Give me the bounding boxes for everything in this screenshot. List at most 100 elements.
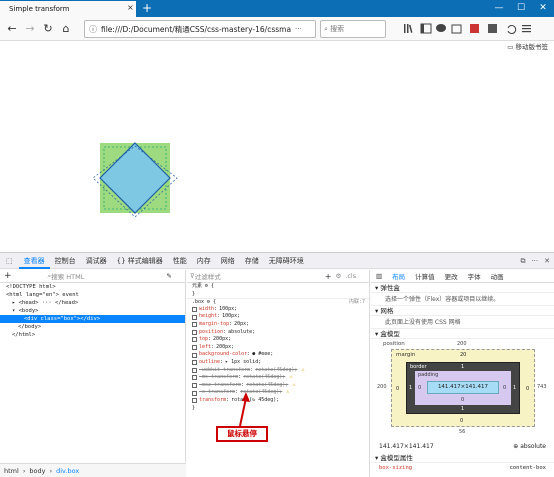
declaration-value[interactable]: ● #eee; [252, 351, 273, 359]
markup-node-selected[interactable]: <div class="box"></div> [0, 315, 185, 323]
back-arrow-icon[interactable]: ← [4, 21, 20, 37]
css-declaration[interactable]: outline: ▸ 1px solid; [187, 359, 369, 367]
tab-inspector[interactable]: 查看器 [18, 253, 50, 269]
declaration-property[interactable]: left [199, 344, 211, 352]
declaration-checkbox[interactable] [192, 322, 197, 328]
breadcrumb-html[interactable]: html [4, 467, 19, 475]
declaration-checkbox[interactable] [192, 337, 197, 343]
markup-node[interactable]: <!DOCTYPE html> [0, 283, 185, 291]
markup-node[interactable]: </body> [0, 323, 185, 331]
add-node-icon[interactable]: + [4, 271, 12, 281]
css-declaration[interactable]: -webkit-transform: rotate(45deg); ⚠ [187, 367, 369, 375]
declaration-checkbox[interactable] [192, 345, 197, 351]
css-declaration[interactable]: height:100px; [187, 313, 369, 321]
add-rule-icon[interactable]: + [325, 272, 332, 281]
declaration-property[interactable]: top [199, 336, 208, 344]
declaration-property[interactable]: -webkit-transform [199, 367, 250, 375]
border-top-value[interactable]: 1 [461, 364, 464, 370]
tab-console[interactable]: 控制台 [50, 253, 81, 269]
margin-bottom-value[interactable]: 0 [460, 418, 463, 424]
close-window-button[interactable]: ✕ [532, 0, 554, 17]
border-left-value[interactable]: 1 [409, 385, 412, 391]
tab-changes[interactable]: 更改 [440, 271, 463, 281]
markup-node[interactable]: </html> [0, 331, 185, 339]
declaration-checkbox[interactable] [192, 329, 197, 335]
tab-storage[interactable]: 存储 [240, 253, 264, 269]
padding-bottom-value[interactable]: 0 [461, 397, 464, 403]
tab-performance[interactable]: 性能 [168, 253, 192, 269]
declaration-value[interactable]: rotate(45deg); [243, 374, 285, 382]
pseudo-class-icon[interactable]: ⚙ [335, 272, 341, 280]
tab-computed[interactable]: 计算值 [410, 271, 440, 281]
warning-icon[interactable]: ⚠ [292, 382, 295, 390]
close-tab-icon[interactable]: × [127, 3, 134, 12]
forward-arrow-icon[interactable]: → [22, 21, 38, 37]
css-declaration[interactable]: -moz-transform: rotate(45deg); ⚠ [187, 382, 369, 390]
declaration-value[interactable]: rotate(45deg); [255, 367, 297, 375]
padding-left-value[interactable]: 0 [418, 385, 421, 391]
declaration-property[interactable]: height [199, 313, 217, 321]
declaration-value[interactable]: ▸ 1px solid; [225, 359, 261, 367]
tab-memory[interactable]: 内存 [192, 253, 216, 269]
declaration-value[interactable]: 20px; [234, 321, 249, 329]
declaration-checkbox[interactable] [192, 307, 197, 313]
tab-network[interactable]: 网络 [216, 253, 240, 269]
position-bottom-value[interactable]: 56 [459, 429, 465, 435]
declaration-value[interactable]: 100px; [219, 306, 237, 314]
cls-toggle[interactable]: .cls [345, 272, 356, 280]
breadcrumb-body[interactable]: body [29, 467, 45, 475]
position-left-value[interactable]: 200 [377, 384, 387, 390]
css-declaration[interactable]: top:200px; [187, 336, 369, 344]
declaration-checkbox[interactable] [192, 314, 197, 320]
new-tab-button[interactable]: + [142, 1, 152, 15]
pick-element-icon[interactable]: ⬚ [0, 253, 19, 269]
padding-right-value[interactable]: 0 [503, 385, 506, 391]
more-icon[interactable]: ··· [531, 253, 538, 269]
declaration-property[interactable]: -ms-transform [199, 374, 238, 382]
markup-node[interactable]: ▾ <body> [0, 307, 185, 315]
tab-style-editor[interactable]: {} 样式编辑器 [112, 253, 168, 269]
sidebar-toggle-icon[interactable]: ▥ [371, 272, 387, 280]
grid-section-header[interactable]: ▾ 网格 [371, 306, 554, 316]
boxmodel-section-header[interactable]: ▾ 盒模型 [371, 329, 554, 339]
box-sizing-value[interactable]: content-box [510, 463, 546, 473]
reload-icon[interactable]: ↻ [40, 21, 56, 37]
css-declaration[interactable]: left:200px; [187, 344, 369, 352]
tab-layout[interactable]: 布局 [387, 271, 410, 281]
css-declaration[interactable]: margin-top:20px; [187, 321, 369, 329]
content-box[interactable]: 141.417×141.417 [427, 381, 499, 394]
search-input[interactable]: ⌕ 搜索 [320, 20, 386, 38]
declaration-value[interactable]: absolute; [228, 329, 255, 337]
close-devtools-icon[interactable]: ✕ [544, 253, 550, 269]
home-icon[interactable]: ⌂ [58, 21, 74, 37]
declaration-property[interactable]: width [199, 306, 214, 314]
declaration-checkbox[interactable] [192, 398, 197, 404]
markup-node[interactable]: <html lang="en"> event [0, 291, 185, 299]
margin-left-value[interactable]: 0 [396, 386, 399, 392]
warning-icon[interactable]: ⚠ [286, 389, 289, 397]
declaration-checkbox[interactable] [192, 375, 197, 381]
declaration-checkbox[interactable] [192, 367, 197, 373]
declaration-property[interactable]: background-color [199, 351, 247, 359]
tab-fonts[interactable]: 字体 [463, 271, 486, 281]
border-bottom-value[interactable]: 1 [461, 406, 464, 412]
declaration-value[interactable]: rotate(45deg); [246, 382, 288, 390]
declaration-checkbox[interactable] [192, 383, 197, 389]
tab-accessibility[interactable]: 无障碍环境 [264, 253, 309, 269]
declaration-property[interactable]: margin-top [199, 321, 229, 329]
border-right-value[interactable]: 1 [513, 385, 516, 391]
maximize-button[interactable]: ☐ [510, 0, 532, 17]
breadcrumb-div-box[interactable]: div.box [56, 467, 79, 475]
css-declaration[interactable]: position: absolute; [187, 329, 369, 337]
declaration-checkbox[interactable] [192, 360, 197, 366]
warning-icon[interactable]: ⚠ [301, 367, 304, 375]
dock-icon[interactable]: ⧉ [520, 253, 525, 269]
position-right-value[interactable]: 743 [537, 384, 547, 390]
page-actions-icon[interactable]: ··· [295, 25, 302, 33]
declaration-property[interactable]: position [199, 329, 223, 337]
browser-tab[interactable]: Simple transform × [0, 1, 136, 17]
tab-animations[interactable]: 动画 [486, 271, 509, 281]
flex-section-header[interactable]: ▾ 弹性盒 [371, 283, 554, 293]
margin-top-value[interactable]: 20 [460, 352, 466, 358]
tab-debugger[interactable]: 调试器 [81, 253, 112, 269]
